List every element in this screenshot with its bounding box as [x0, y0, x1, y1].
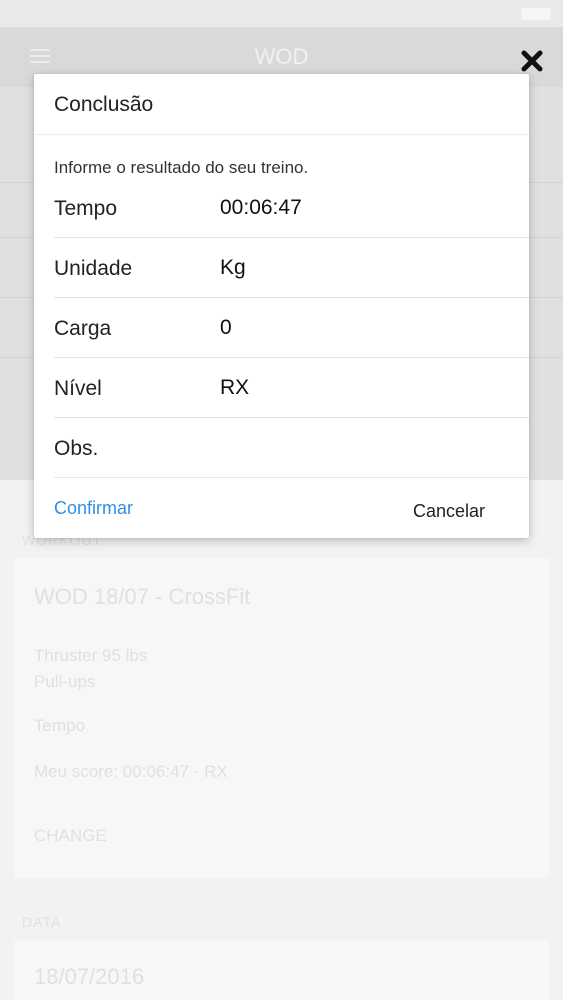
wod-score: Meu score: 00:06:47 - RX — [34, 762, 228, 781]
field-label-tempo: Tempo — [54, 197, 118, 220]
wod-type: Tempo — [34, 716, 86, 735]
date-card: 18/07/2016 — [14, 940, 549, 1000]
dialog-title: Conclusão — [54, 93, 154, 116]
wod-card: WOD 18/07 - CrossFit Thruster 95 lbs Pul… — [14, 558, 549, 878]
status-bar — [0, 0, 563, 27]
section-label-date: DATA — [22, 914, 62, 930]
confirm-button[interactable]: Confirmar — [54, 498, 133, 519]
background-lower-area: WORKOUT WOD 18/07 - CrossFit Thruster 95… — [0, 480, 563, 1000]
battery-icon — [521, 8, 551, 20]
date-value: 18/07/2016 — [34, 964, 145, 989]
field-label-obs: Obs. — [54, 437, 99, 460]
close-icon[interactable] — [519, 48, 545, 74]
obs-input[interactable] — [220, 435, 510, 461]
field-row-obs: Obs. — [54, 419, 529, 478]
wod-title: WOD 18/07 - CrossFit — [34, 584, 251, 609]
conclusion-dialog: Conclusão Informe o resultado do seu tre… — [34, 74, 529, 538]
change-button[interactable]: CHANGE — [34, 826, 107, 846]
wod-exercise: Thruster 95 lbs — [34, 646, 148, 665]
field-row-unidade: Unidade — [54, 239, 529, 298]
dialog-divider — [34, 134, 529, 135]
dialog-message: Informe o resultado do seu treino. — [54, 158, 309, 177]
field-row-nivel: Nível — [54, 359, 529, 418]
field-label-carga: Carga — [54, 317, 112, 340]
wod-exercise: Pull-ups — [34, 672, 96, 691]
tempo-input[interactable] — [220, 195, 510, 221]
field-row-tempo: Tempo — [54, 179, 529, 238]
unidade-input[interactable] — [220, 255, 510, 281]
nivel-input[interactable] — [220, 375, 510, 401]
nav-title: WOD — [254, 44, 309, 69]
cancel-button[interactable]: Cancelar — [413, 501, 485, 522]
field-label-nivel: Nível — [54, 377, 102, 400]
field-label-unidade: Unidade — [54, 257, 133, 280]
carga-input[interactable] — [220, 315, 510, 341]
field-row-carga: Carga — [54, 299, 529, 358]
